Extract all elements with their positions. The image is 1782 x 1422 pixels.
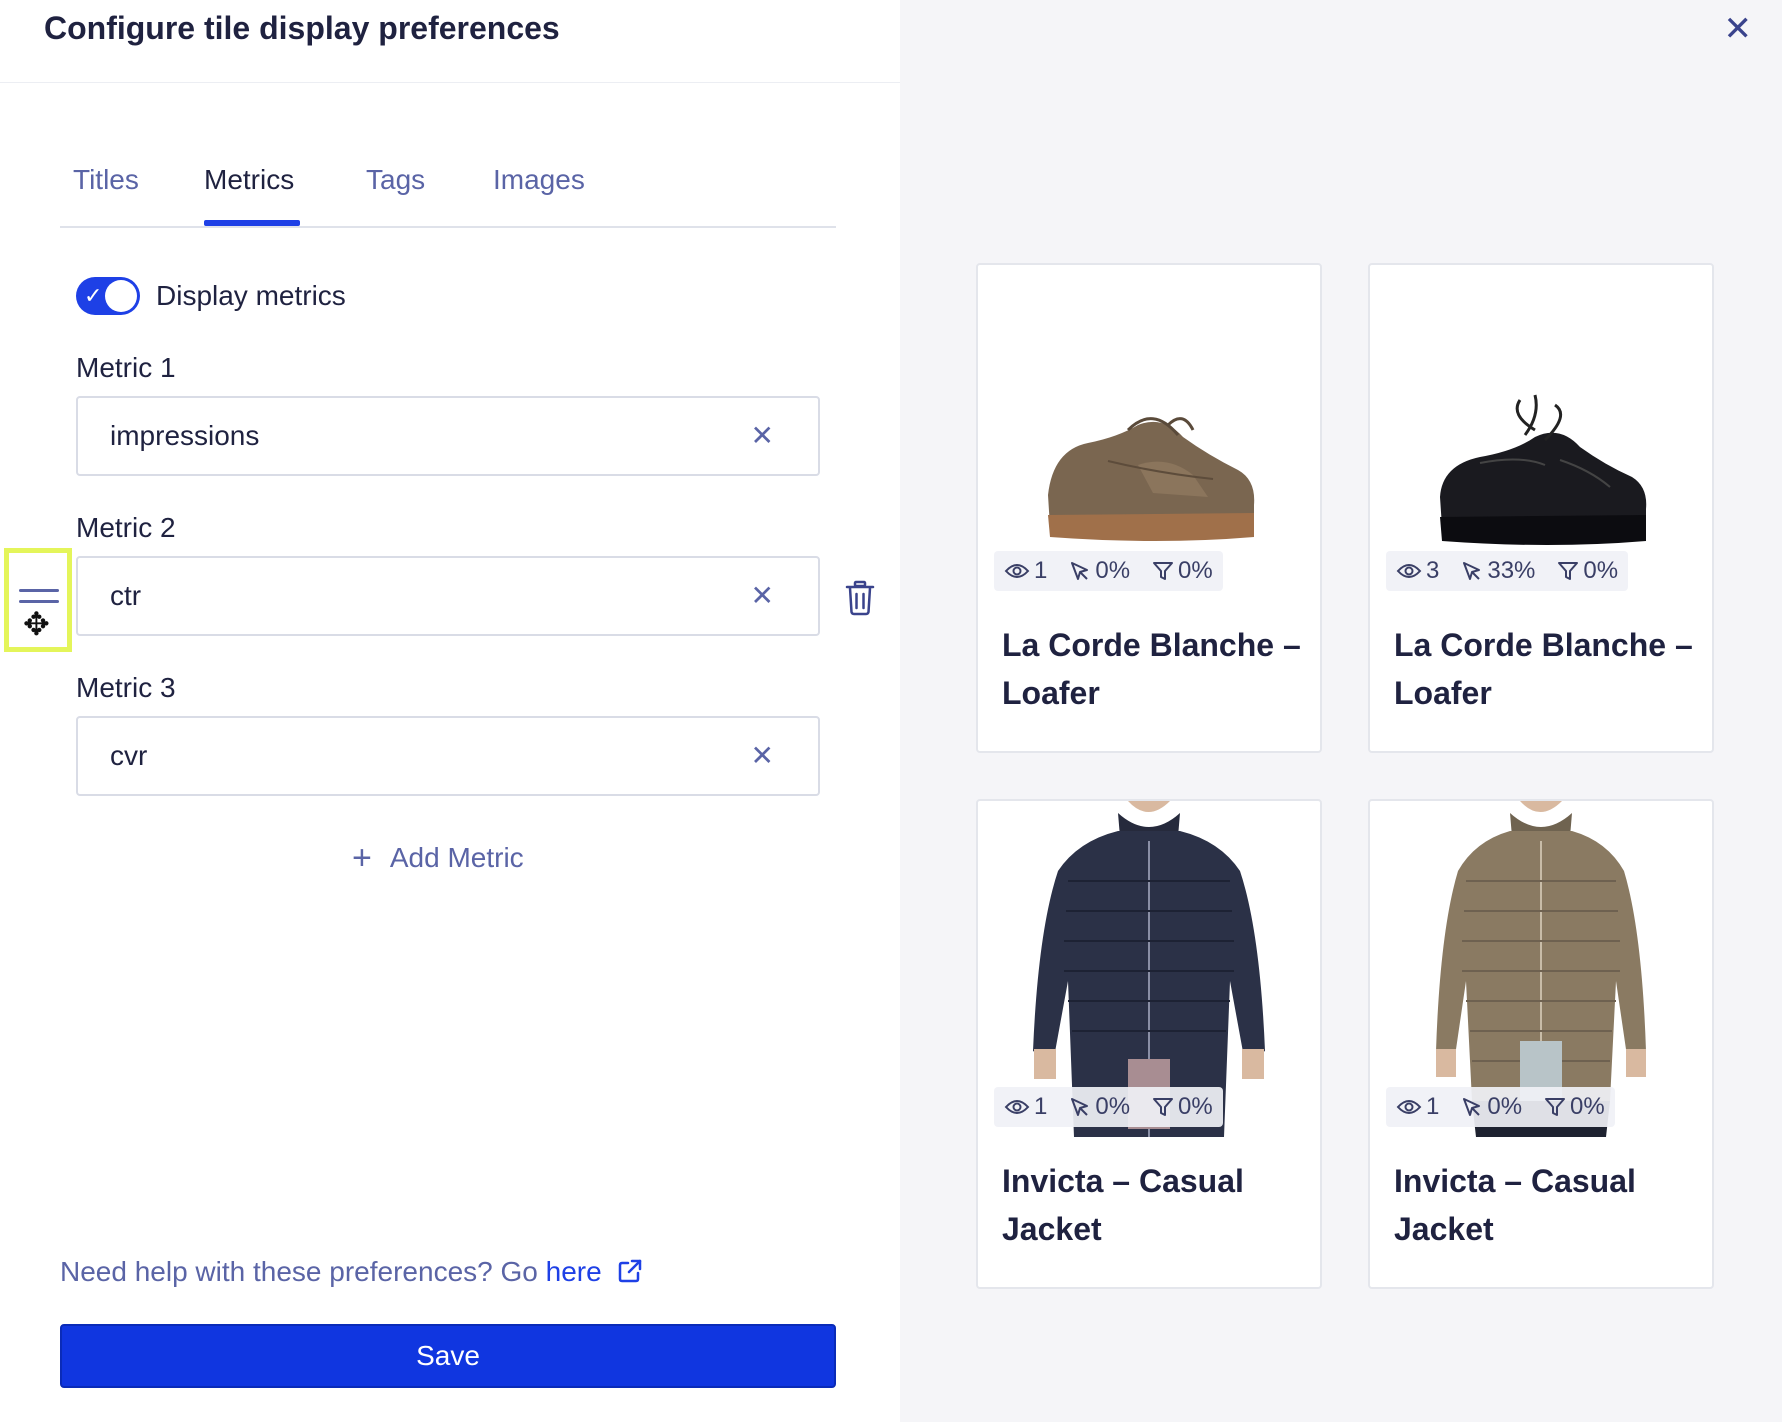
tab-bar: Titles Metrics Tags Images (60, 150, 836, 228)
ctr-value: 0% (1095, 557, 1131, 584)
metric-3-label: Metric 3 (76, 672, 176, 703)
help-link[interactable]: here (546, 1256, 602, 1287)
tab-tags[interactable]: Tags (366, 160, 425, 200)
help-prefix: Need help with these preferences? Go (60, 1256, 546, 1287)
impressions-stat: 1 (1396, 1093, 1439, 1121)
drag-handle[interactable]: ✥ (4, 548, 72, 652)
display-metrics-label: Display metrics (156, 280, 346, 311)
funnel-icon (1558, 562, 1579, 580)
cursor-click-icon (1071, 562, 1089, 580)
impressions-value: 1 (1034, 1093, 1048, 1120)
check-icon: ✓ (84, 283, 103, 308)
tile-title: La Corde Blanche – Loafer (1002, 627, 1301, 711)
impressions-stat: 3 (1396, 557, 1439, 585)
ctr-stat: 0% (1461, 1093, 1522, 1121)
ctr-value: 0% (1487, 1093, 1523, 1120)
active-tab-indicator (204, 220, 300, 226)
eye-icon (1004, 1100, 1030, 1114)
cvr-stat: 0% (1557, 557, 1618, 585)
metric-3-field[interactable]: cvr ✕ (76, 716, 820, 796)
tab-titles[interactable]: Titles (73, 160, 139, 200)
help-text: Need help with these preferences? Go her… (60, 1252, 643, 1292)
preferences-panel: Configure tile display preferences Title… (0, 0, 900, 1422)
funnel-icon (1545, 1098, 1566, 1116)
tab-images[interactable]: Images (493, 160, 585, 200)
plus-icon: + (352, 839, 372, 877)
eye-icon (1004, 564, 1030, 578)
page-title: Configure tile display preferences (44, 10, 560, 46)
cursor-click-icon (1463, 562, 1481, 580)
impressions-value: 1 (1426, 1093, 1440, 1120)
ctr-value: 33% (1487, 557, 1536, 584)
display-metrics-toggle[interactable]: ✓ (76, 277, 140, 315)
save-button[interactable]: Save (60, 1324, 836, 1388)
tab-metrics[interactable]: Metrics (204, 160, 294, 200)
tile-title: Invicta – Casual Jacket (1394, 1163, 1636, 1247)
cvr-value: 0% (1570, 1093, 1605, 1120)
cvr-stat: 0% (1544, 1093, 1605, 1121)
add-metric-button[interactable]: + Add Metric (352, 838, 524, 878)
trash-icon[interactable] (844, 580, 876, 616)
external-link-icon[interactable] (617, 1258, 643, 1284)
tile-title: La Corde Blanche – Loafer (1394, 627, 1693, 711)
tile-metrics: 1 0% 0% (994, 1087, 1223, 1127)
impressions-stat: 1 (1004, 1093, 1047, 1121)
clear-icon[interactable]: ✕ (751, 580, 774, 612)
metric-1-label: Metric 1 (76, 352, 176, 383)
eye-icon (1396, 1100, 1422, 1114)
product-tile[interactable]: 1 0% 0% Invicta – Casual Jacket (1368, 799, 1714, 1289)
cvr-value: 0% (1178, 1093, 1213, 1120)
eye-icon (1396, 564, 1422, 578)
metric-1-value: impressions (110, 420, 260, 451)
toggle-knob (105, 280, 137, 312)
ctr-value: 0% (1095, 1093, 1131, 1120)
impressions-value: 3 (1426, 557, 1440, 584)
metric-3-value: cvr (110, 740, 148, 771)
ctr-stat: 0% (1069, 557, 1130, 585)
metric-2-field[interactable]: ctr ✕ (76, 556, 820, 636)
tile-metrics: 3 33% 0% (1386, 551, 1629, 591)
impressions-stat: 1 (1004, 557, 1047, 585)
product-tile[interactable]: 1 0% 0% Invicta – Casual Jacket (976, 799, 1322, 1289)
tile-title: Invicta – Casual Jacket (1002, 1163, 1244, 1247)
display-metrics-row: ✓ Display metrics (76, 274, 346, 318)
move-cursor-icon: ✥ (23, 606, 50, 642)
clear-icon[interactable]: ✕ (751, 420, 774, 452)
close-icon[interactable]: ✕ (1724, 12, 1753, 46)
product-tile[interactable]: 3 33% 0% La Corde Blanche – Loafer (1368, 263, 1714, 753)
funnel-icon (1153, 1098, 1174, 1116)
metric-2-value: ctr (110, 580, 142, 611)
cvr-value: 0% (1178, 557, 1213, 584)
cvr-stat: 0% (1152, 557, 1213, 585)
tile-preview-panel: ✕ 1 0% 0% La Corde Blanche – Loafer 3 33… (900, 0, 1782, 1422)
product-tile[interactable]: 1 0% 0% La Corde Blanche – Loafer (976, 263, 1322, 753)
cursor-click-icon (1463, 1098, 1481, 1116)
cvr-stat: 0% (1152, 1093, 1213, 1121)
cvr-value: 0% (1583, 557, 1619, 584)
metric-2-label: Metric 2 (76, 512, 176, 543)
tile-metrics: 1 0% 0% (1386, 1087, 1615, 1127)
funnel-icon (1153, 562, 1174, 580)
clear-icon[interactable]: ✕ (751, 740, 774, 772)
ctr-stat: 0% (1069, 1093, 1130, 1121)
panel-header: Configure tile display preferences (0, 0, 900, 83)
impressions-value: 1 (1034, 557, 1048, 584)
add-metric-label: Add Metric (389, 842, 524, 873)
tile-metrics: 1 0% 0% (994, 551, 1223, 591)
cursor-click-icon (1071, 1098, 1089, 1116)
ctr-stat: 33% (1461, 557, 1535, 585)
metric-1-field[interactable]: impressions ✕ (76, 396, 820, 476)
